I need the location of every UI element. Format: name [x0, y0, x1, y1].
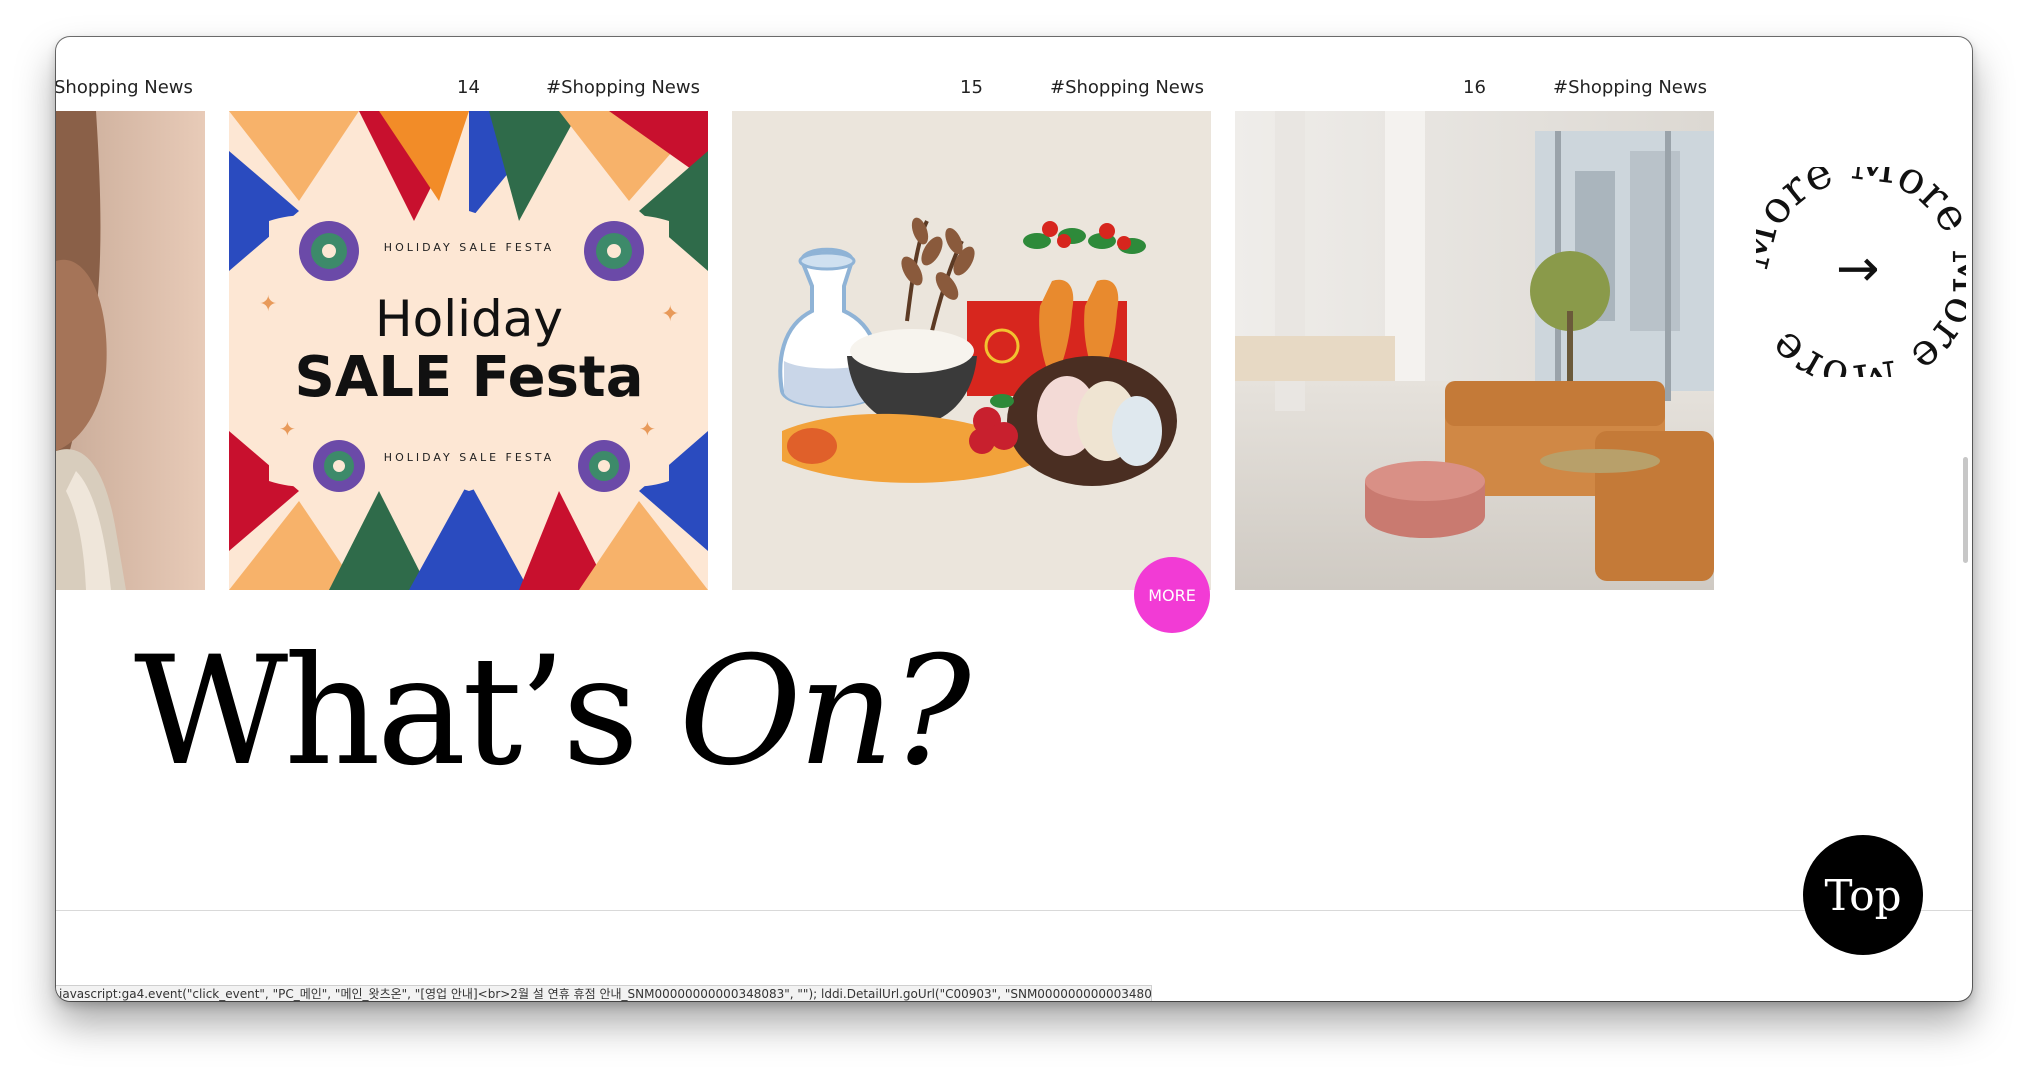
card-tag-label: #Shopping News — [1050, 77, 1204, 98]
svg-text:✦: ✦ — [279, 417, 296, 441]
headline-plain: What’s — [134, 625, 679, 799]
holiday-sale-poster: ✦ ✦ ✦ ✦ HOLIDAY SALE FESTA HOLIDAY SALE … — [229, 111, 708, 590]
more-button[interactable]: MORE — [1134, 557, 1210, 633]
scroll-top-button[interactable]: Top — [1803, 835, 1923, 955]
arrow-right-icon: → — [1836, 239, 1880, 299]
svg-text:✦: ✦ — [639, 417, 656, 441]
poster-title-line2: SALE Festa — [295, 345, 644, 410]
news-card-partial[interactable] — [56, 111, 205, 590]
scrollbar-thumb[interactable] — [1963, 457, 1968, 563]
status-bar-url: javascript:ga4.event("click_event", "PC_… — [56, 985, 1152, 1001]
poster-arc-text-top: HOLIDAY SALE FESTA — [384, 241, 554, 254]
food-gift-illustration — [732, 111, 1211, 590]
section-divider — [56, 910, 1972, 911]
card-tag-label: #Shopping News — [1553, 77, 1707, 98]
fashion-photo — [56, 111, 205, 590]
poster-arc-text-bottom: HOLIDAY SALE FESTA — [384, 451, 554, 464]
card-tag-label: Shopping News — [56, 77, 193, 98]
card-number: 16 — [1463, 77, 1486, 98]
more-circle-link[interactable]: More More More More → — [1727, 138, 1972, 406]
headline-italic: On? — [678, 625, 971, 799]
lobby-interior-photo — [1235, 111, 1714, 590]
svg-text:✦: ✦ — [259, 292, 277, 317]
poster-title-line1: Holiday — [375, 290, 563, 348]
news-card-food-illustration[interactable] — [732, 111, 1211, 590]
card-tag-label: #Shopping News — [546, 77, 700, 98]
card-number: 15 — [960, 77, 983, 98]
news-card-lobby-interior[interactable] — [1235, 111, 1714, 590]
news-card-holiday-sale[interactable]: ✦ ✦ ✦ ✦ HOLIDAY SALE FESTA HOLIDAY SALE … — [229, 111, 708, 590]
section-headline: What’s On? — [134, 637, 971, 787]
browser-window: Shopping News 14 #Shopping News 15 #Shop… — [56, 37, 1972, 1001]
svg-text:✦: ✦ — [661, 302, 679, 327]
card-number: 14 — [457, 77, 480, 98]
